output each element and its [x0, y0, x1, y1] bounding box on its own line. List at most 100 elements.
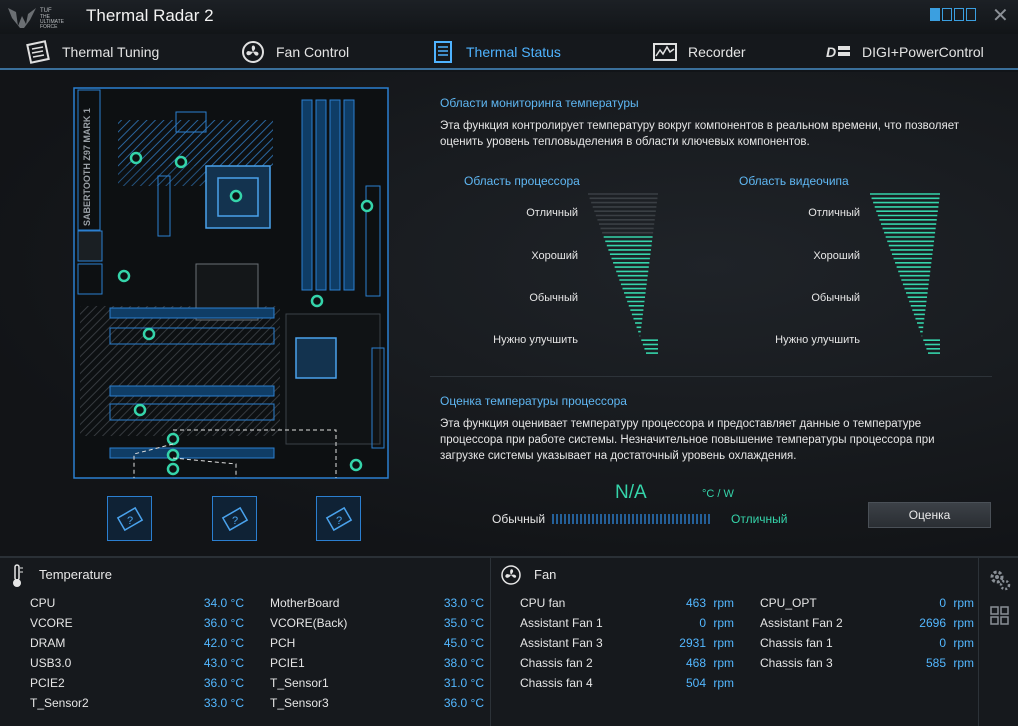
fan-unit: rpm: [953, 656, 974, 670]
title-bar: TUF THE ULTIMATE FORCE Thermal Radar 2 ✕: [0, 0, 1018, 34]
tab-thermal-status[interactable]: Thermal Status: [430, 34, 561, 70]
fan-row: Chassis fan 4 504 rpm: [520, 676, 736, 696]
close-icon[interactable]: ✕: [992, 4, 1009, 28]
tuf-logo-icon: TUF THE ULTIMATE FORCE: [8, 8, 65, 30]
tsensor1-slot[interactable]: ?: [107, 496, 152, 541]
svg-text:D: D: [826, 44, 836, 60]
fan-unit: rpm: [713, 616, 734, 630]
section-divider: [430, 376, 992, 377]
thermal-radar-window: TUF THE ULTIMATE FORCE Thermal Radar 2 ✕…: [0, 0, 1018, 726]
tab-underline: [0, 68, 1018, 70]
fan-row: Assistant Fan 2 2696 rpm: [760, 616, 976, 636]
panel-separator: [978, 558, 979, 726]
layout-option-4[interactable]: [966, 8, 976, 21]
evaluate-button[interactable]: Оценка: [868, 502, 991, 528]
fan-row: Assistant Fan 3 2931 rpm: [520, 636, 736, 656]
temperature-name: MotherBoard: [270, 596, 340, 610]
fan-name: Assistant Fan 3: [520, 636, 603, 650]
svg-text:?: ?: [336, 515, 342, 527]
tab-recorder-label: Recorder: [688, 44, 746, 60]
fan-value: 2696: [919, 616, 946, 630]
digi-icon: D: [826, 44, 850, 60]
board-model-text: SABERTOOTH Z97 MARK 1: [82, 108, 92, 226]
temperature-row: USB3.0 43.0 °C: [30, 656, 246, 676]
temperature-value: 33.0 °C: [203, 696, 244, 710]
tab-digi-powercontrol-label: DIGI+PowerControl: [862, 44, 984, 60]
layout-option-3[interactable]: [954, 8, 964, 21]
temperature-row: VCORE(Back) 35.0 °C: [270, 616, 486, 636]
temperature-row: MotherBoard 33.0 °C: [270, 596, 486, 616]
fan-value: 2931: [679, 636, 706, 650]
unknown-sensor-icon: ?: [221, 506, 248, 531]
monitoring-title: Области мониторинга температуры: [440, 96, 639, 110]
fan-unit: rpm: [713, 636, 734, 650]
fan-name: Chassis fan 3: [760, 656, 833, 670]
temperature-name: PCIE2: [30, 676, 65, 690]
sensor-dot: [229, 189, 243, 203]
fan-value: 504: [685, 676, 706, 690]
unknown-sensor-icon: ?: [325, 506, 352, 531]
temperature-row: PCH 45.0 °C: [270, 636, 486, 656]
layout-option-1[interactable]: [930, 8, 940, 21]
monitoring-desc-1: Эта функция контролирует температуру вок…: [440, 120, 960, 132]
fan-title: Fan: [534, 567, 557, 582]
cpu-eval-desc-1: Эта функция оценивает температуру процес…: [440, 418, 922, 430]
temperature-name: CPU: [30, 596, 56, 610]
cpu-eval-desc-3: загрузке системы указывает на достаточны…: [440, 450, 797, 462]
panel-separator: [490, 558, 491, 726]
settings-gear-icon[interactable]: [988, 568, 1012, 592]
temperature-name: PCIE1: [270, 656, 305, 670]
temperature-name: USB3.0: [30, 656, 72, 670]
fan-row: Chassis fan 2 468 rpm: [520, 656, 736, 676]
temperature-value: 45.0 °C: [443, 636, 484, 650]
temperature-value: 35.0 °C: [443, 616, 484, 630]
cpu-eval-title: Оценка температуры процессора: [440, 394, 627, 408]
fan-name: Chassis fan 2: [520, 656, 593, 670]
thermometer-icon: [13, 564, 23, 587]
logo-text-4: FORCE: [40, 24, 58, 30]
layout-option-2[interactable]: [942, 8, 952, 21]
fan-name: CPU fan: [520, 596, 566, 610]
fan-row: CPU fan 463 rpm: [520, 596, 736, 616]
temperature-row: T_Sensor1 31.0 °C: [270, 676, 486, 696]
thermal-status-panel: SABERTOOTH Z97 MARK 1 ? ? ? Области мони…: [0, 72, 1018, 556]
cpu-eval-desc-2: процессора при работе системы. Незначите…: [440, 434, 935, 446]
gpu-level-normal: Обычный: [811, 292, 860, 304]
temperature-value: 43.0 °C: [203, 656, 244, 670]
tsensor3-slot[interactable]: ?: [316, 496, 361, 541]
gpu-level-good: Хороший: [813, 250, 860, 262]
recorder-icon: [653, 43, 677, 61]
fan-name: Assistant Fan 1: [520, 616, 603, 630]
fan-value: 0: [939, 636, 946, 650]
fan-unit: rpm: [713, 676, 734, 690]
tab-fan-control-label: Fan Control: [276, 44, 350, 60]
cpu-level-good: Хороший: [531, 250, 578, 262]
temperature-name: T_Sensor1: [270, 676, 329, 690]
fan-unit: rpm: [713, 656, 734, 670]
temperature-value: 33.0 °C: [443, 596, 484, 610]
monitoring-desc-2: оценить уровень тепловыделения в области…: [440, 136, 810, 148]
thermal-tuning-icon: [26, 40, 50, 64]
temperature-name: VCORE(Back): [270, 616, 348, 630]
svg-text:?: ?: [127, 515, 133, 527]
tsensor2-slot[interactable]: ?: [212, 496, 257, 541]
gpu-level-excellent: Отличный: [808, 207, 860, 219]
fan-unit: rpm: [953, 596, 974, 610]
temperature-name: VCORE: [30, 616, 73, 630]
grid-view-icon[interactable]: [990, 606, 1010, 626]
fan-value: 0: [699, 616, 706, 630]
fan-row: Chassis fan 3 585 rpm: [760, 656, 976, 676]
tab-fan-control[interactable]: Fan Control: [240, 34, 349, 70]
temperature-row: PCIE1 38.0 °C: [270, 656, 486, 676]
tab-recorder[interactable]: Recorder: [652, 34, 746, 70]
fan-value: 463: [685, 596, 706, 610]
tab-thermal-tuning[interactable]: Thermal Tuning: [26, 34, 159, 70]
temperature-value: 31.0 °C: [443, 676, 484, 690]
layout-switch[interactable]: [930, 8, 976, 22]
fan-unit: rpm: [953, 616, 974, 630]
temperature-name: PCH: [270, 636, 296, 650]
fan-value: 0: [939, 596, 946, 610]
tab-digi-powercontrol[interactable]: D DIGI+PowerControl: [826, 34, 984, 70]
gpu-area-gauge: [870, 193, 940, 354]
cpu-eval-section: Оценка температуры процессора Эта функци…: [440, 394, 935, 464]
